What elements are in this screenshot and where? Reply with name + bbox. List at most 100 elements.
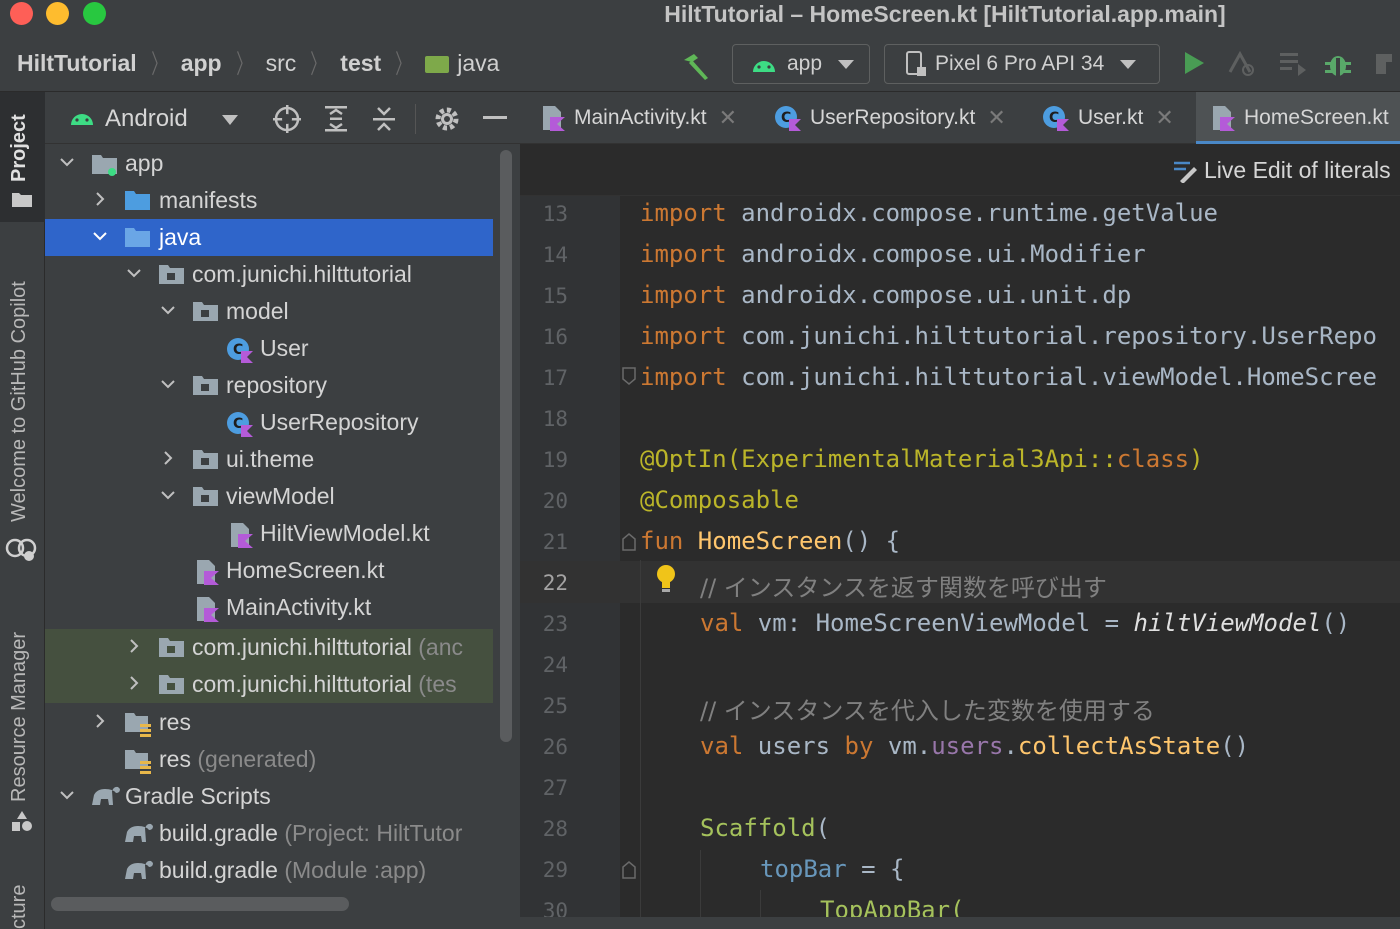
tree-item-manifests[interactable]: manifests (45, 182, 493, 219)
chevron-right-icon[interactable] (127, 676, 141, 690)
tree-item-ui-theme[interactable]: ui.theme (45, 441, 493, 478)
project-view-selector[interactable]: Android (105, 105, 188, 133)
code-line-21: fun HomeScreen() { (640, 527, 901, 555)
attach-debugger-icon[interactable] (1372, 50, 1400, 78)
tree-label: ui.theme (226, 446, 315, 472)
tree-item-user[interactable]: C User (45, 330, 493, 367)
project-panel: Android app manifests java com.junichi.h… (45, 92, 520, 929)
tree-item-build-gradle-project[interactable]: build.gradle (Project: HiltTutor (45, 815, 493, 852)
tab-homescreen[interactable]: HomeScreen.kt (1196, 92, 1400, 144)
live-edit-bar: Live Edit of literals (520, 144, 1400, 196)
tree-item-homescreen-kt[interactable]: HomeScreen.kt (45, 552, 493, 589)
run-config-dropdown[interactable]: app (732, 44, 870, 84)
chevron-down-icon[interactable] (93, 229, 107, 243)
apply-changes-icon[interactable] (1226, 50, 1256, 78)
tree-item-app[interactable]: app (45, 145, 493, 182)
line-number: 21 (542, 530, 568, 554)
kotlin-class-icon: C (227, 338, 253, 363)
package-icon (159, 638, 184, 657)
chevron-right-icon: 〉 (395, 48, 411, 79)
chevron-down-icon[interactable] (221, 114, 239, 126)
tree-item-userrepository[interactable]: C UserRepository (45, 404, 493, 441)
tree-suffix: (generated) (197, 746, 317, 772)
code-line-28: Scaffold( (700, 814, 831, 842)
chevron-down-icon[interactable] (161, 303, 175, 317)
breadcrumb-module[interactable]: app (181, 50, 222, 77)
gear-icon[interactable] (433, 105, 461, 133)
close-tab-icon[interactable]: ✕ (987, 105, 1005, 131)
fold-marker-icon[interactable] (622, 533, 636, 551)
code-line-20: @Composable (640, 486, 799, 514)
tab-userrepository[interactable]: C UserRepository.kt ✕ (758, 92, 1028, 144)
tree-label: repository (226, 372, 327, 398)
close-tab-icon[interactable]: ✕ (719, 105, 737, 131)
tree-item-build-gradle-module[interactable]: build.gradle (Module :app) (45, 852, 493, 889)
expand-all-icon[interactable] (323, 105, 349, 133)
tab-mainactivity[interactable]: MainActivity.kt ✕ (520, 92, 752, 144)
resource-folder-icon (125, 750, 151, 774)
tab-user[interactable]: C User.kt ✕ (1028, 92, 1188, 144)
hammer-build-icon[interactable] (680, 52, 712, 80)
project-tool-tab[interactable]: Project (8, 114, 31, 182)
vertical-scrollbar[interactable] (500, 150, 512, 742)
chevron-right-icon[interactable] (93, 192, 107, 206)
package-icon (159, 675, 184, 694)
tree-item-package-test[interactable]: com.junichi.hilttutorial (tes (45, 666, 493, 703)
tree-item-package-androidtest[interactable]: com.junichi.hilttutorial (anc (45, 629, 493, 666)
device-dropdown[interactable]: Pixel 6 Pro API 34 (884, 44, 1160, 84)
collapse-all-icon[interactable] (371, 105, 397, 133)
breadcrumb-src[interactable]: src (266, 50, 297, 77)
run-icon[interactable] (1182, 50, 1206, 76)
tree-item-hiltviewmodel-kt[interactable]: HiltViewModel.kt (45, 515, 493, 552)
zoom-window-button[interactable] (83, 2, 106, 25)
kotlin-file-icon (1213, 106, 1235, 131)
chevron-down-icon[interactable] (60, 155, 74, 169)
line-number: 23 (542, 612, 568, 636)
package-icon (159, 265, 184, 284)
minimize-window-button[interactable] (46, 2, 69, 25)
tree-item-package[interactable]: com.junichi.hilttutorial (45, 256, 493, 293)
fold-marker-icon[interactable] (622, 367, 636, 385)
breadcrumb-test[interactable]: test (340, 50, 381, 77)
lightbulb-icon[interactable] (654, 564, 678, 594)
hide-panel-icon[interactable] (483, 116, 507, 120)
horizontal-scrollbar[interactable] (51, 897, 349, 911)
chevron-right-icon[interactable] (93, 714, 107, 728)
chevron-down-icon[interactable] (161, 377, 175, 391)
tree-label: MainActivity.kt (226, 594, 372, 620)
chevron-down-icon[interactable] (161, 488, 175, 502)
apply-code-changes-icon[interactable] (1278, 50, 1308, 76)
tree-label: res (159, 746, 191, 772)
breadcrumb-project[interactable]: HiltTutorial (17, 50, 137, 77)
tree-item-res-generated[interactable]: res (generated) (45, 741, 493, 778)
line-number: 13 (542, 202, 568, 226)
tree-item-res[interactable]: res (45, 704, 493, 741)
indent-guide (700, 850, 701, 920)
structure-tool-tab[interactable]: cture (8, 885, 31, 929)
chevron-down-icon[interactable] (127, 266, 141, 280)
tree-label: build.gradle (159, 820, 278, 846)
tab-label: User.kt (1078, 106, 1144, 129)
live-edit-label[interactable]: Live Edit of literals (1204, 157, 1391, 184)
chevron-right-icon[interactable] (127, 639, 141, 653)
tree-item-repository[interactable]: repository (45, 367, 493, 404)
resource-manager-tool-tab[interactable]: Resource Manager (8, 632, 31, 802)
fold-marker-icon[interactable] (622, 861, 636, 879)
package-icon (193, 302, 218, 321)
tree-item-gradle-scripts[interactable]: Gradle Scripts (45, 778, 493, 815)
copilot-tool-tab[interactable]: Welcome to GitHub Copilot (8, 281, 31, 522)
chevron-down-icon[interactable] (60, 788, 74, 802)
gradle-elephant-icon (125, 860, 153, 879)
breadcrumb-java[interactable]: java (457, 50, 499, 77)
tree-item-model[interactable]: model (45, 293, 493, 330)
code-line-13: import androidx.compose.runtime.getValue (640, 199, 1218, 227)
locate-file-icon[interactable] (273, 105, 301, 133)
chevron-right-icon[interactable] (161, 451, 175, 465)
tool-window-stripe: Project Welcome to GitHub Copilot Resour… (0, 92, 45, 929)
tree-item-viewmodel[interactable]: viewModel (45, 478, 493, 515)
tree-item-java[interactable]: java (45, 219, 493, 256)
debug-bug-icon[interactable] (1324, 50, 1352, 78)
close-window-button[interactable] (10, 2, 33, 25)
close-tab-icon[interactable]: ✕ (1155, 105, 1173, 131)
tree-item-mainactivity-kt[interactable]: MainActivity.kt (45, 589, 493, 626)
